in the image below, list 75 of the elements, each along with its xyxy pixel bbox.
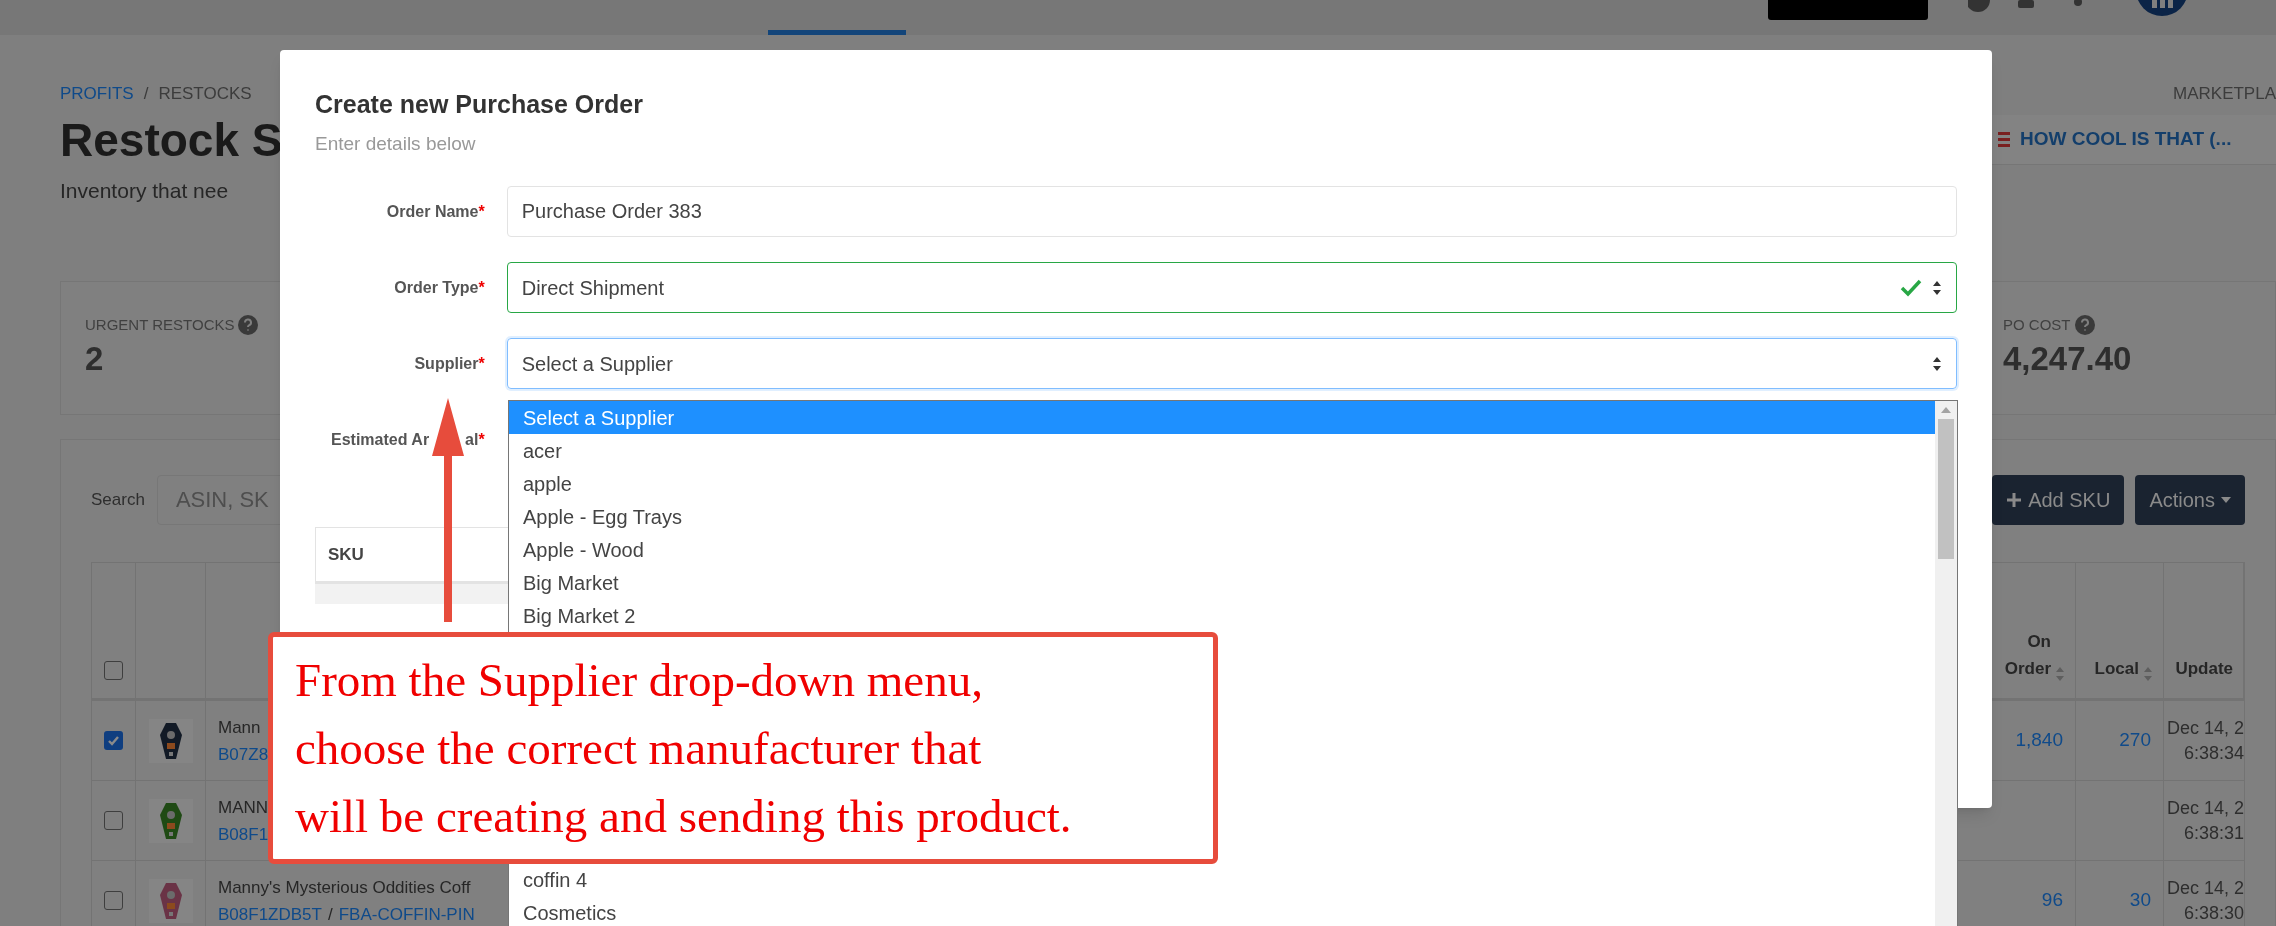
checkmark-icon — [107, 734, 120, 747]
search-label: Search — [91, 489, 145, 512]
stat-label: PO COST — [2003, 315, 2071, 335]
dropdown-option[interactable]: Cosmetics — [509, 896, 1935, 926]
updated-time: Dec 14, 2 — [2166, 796, 2244, 820]
updown-caret-icon — [1932, 279, 1942, 296]
caret-icon — [2221, 497, 2231, 503]
breadcrumb-separator: / — [143, 83, 149, 106]
column-header[interactable]: On Order — [2004, 628, 2051, 682]
updated-time: 6:38:34 — [2183, 741, 2244, 765]
required-mark: * — [478, 429, 485, 450]
select-all-checkbox[interactable] — [104, 661, 123, 680]
field-label: al — [465, 429, 479, 450]
dropdown-option[interactable]: Select a Supplier — [509, 401, 1935, 434]
page-title: Restock S — [60, 117, 283, 163]
scrollbar[interactable] — [1935, 401, 1957, 926]
local-link[interactable]: 30 — [2129, 886, 2151, 915]
actions-button[interactable]: Actions — [2135, 475, 2245, 525]
product-title: MANN — [218, 796, 269, 819]
field-label: Supplier — [414, 353, 479, 374]
on-order-link[interactable]: 1,840 — [2015, 726, 2063, 755]
row-checkbox[interactable] — [104, 891, 123, 910]
arrow-icon — [432, 398, 464, 622]
updated-time: Dec 14, 2 — [2166, 876, 2244, 900]
required-mark: * — [478, 201, 485, 222]
column-header[interactable]: Update — [2175, 655, 2233, 682]
add-sku-button[interactable]: Add SKU — [1992, 475, 2125, 525]
select-field[interactable]: Select a Supplier — [506, 338, 1957, 389]
scroll-up-icon[interactable] — [1941, 407, 1951, 413]
help-icon — [238, 315, 259, 336]
avatar-icon[interactable] — [2136, 0, 2188, 16]
column-header[interactable]: Local — [2094, 655, 2139, 682]
order-name-field[interactable]: Purchase Order 383 — [506, 186, 1957, 237]
page-subtitle: Inventory that nee — [60, 178, 230, 204]
on-order-link[interactable]: 96 — [2041, 886, 2063, 915]
scrollbar-thumb[interactable] — [1938, 419, 1954, 559]
stat-label: URGENT RESTOCKS — [85, 315, 235, 335]
callout-text: From the Supplier drop-down menu, choose the correct manufacturer that will be creating and sending this product. — [295, 653, 1072, 844]
updated-time: Dec 14, 2 — [2166, 716, 2244, 740]
dropdown-option[interactable]: acer — [509, 434, 1935, 467]
dropdown-option[interactable]: Big Market 2 — [509, 599, 1935, 632]
sort-icon[interactable] — [2055, 666, 2065, 682]
field-label: Order Type — [394, 277, 479, 298]
dropdown-option[interactable]: apple — [509, 467, 1935, 500]
product-title: Mann — [218, 716, 261, 739]
required-mark: * — [478, 277, 485, 298]
field-label: Estimated Ar — [331, 429, 430, 450]
stat-value: 4,247.40 — [2003, 338, 2132, 379]
breadcrumb-link[interactable]: PROFITS — [60, 81, 134, 107]
help-icon — [2074, 315, 2095, 336]
asin-link[interactable]: B08F1ZDB5T — [218, 900, 322, 926]
check-icon — [1900, 278, 1922, 297]
row-checkbox[interactable] — [104, 731, 123, 750]
select-field[interactable]: Direct Shipment — [506, 262, 1957, 313]
dropdown-option[interactable]: coffin 4 — [509, 863, 1935, 896]
updated-time: 6:38:31 — [2183, 821, 2244, 845]
dialog-subtitle: Enter details below — [315, 131, 477, 156]
updated-time: 6:38:30 — [2183, 901, 2244, 925]
asin-link[interactable]: B07Z8 — [218, 740, 269, 768]
marketplace-label: MARKETPLA — [2173, 83, 2276, 106]
updown-caret-icon — [1932, 355, 1942, 372]
plus-icon — [2006, 492, 2023, 508]
field-label: Order Name — [386, 201, 479, 222]
local-link[interactable]: 270 — [2119, 726, 2151, 755]
sort-icon[interactable] — [2143, 666, 2153, 682]
sku-link[interactable]: FBA-COFFIN-PIN — [338, 900, 475, 926]
stat-value: 2 — [85, 338, 104, 379]
asin-link[interactable]: B08F1 — [218, 820, 269, 848]
dialog-title: Create new Purchase Order — [315, 89, 644, 120]
required-mark: * — [478, 353, 485, 374]
breadcrumb-item: RESTOCKS — [158, 83, 252, 106]
row-checkbox[interactable] — [104, 811, 123, 830]
slash-separator: / — [327, 903, 333, 926]
flag-icon — [1998, 132, 2010, 147]
product-title: Manny's Mysterious Oddities Coff — [218, 876, 471, 899]
